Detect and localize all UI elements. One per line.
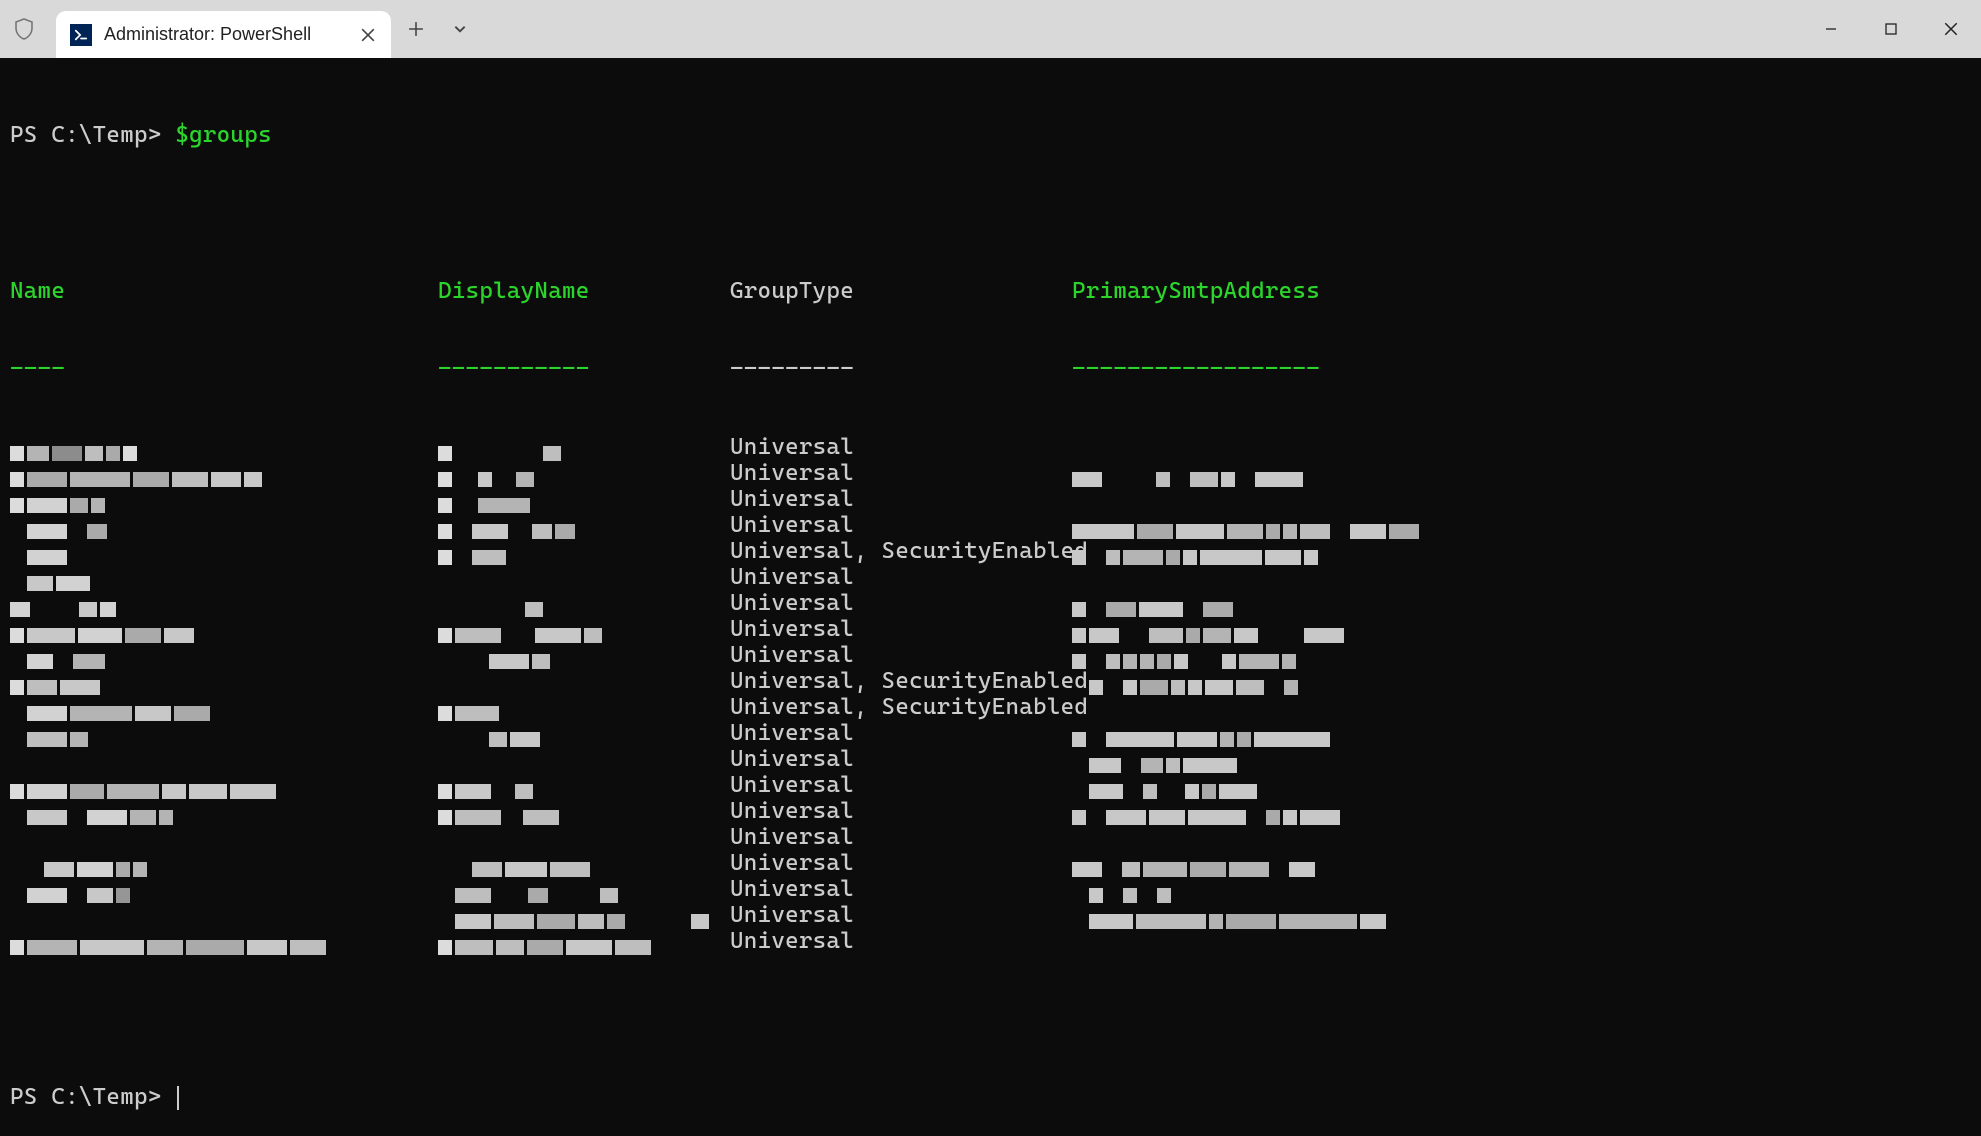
tab-title: Administrator: PowerShell [104, 24, 351, 45]
table-row: Universal [10, 824, 1971, 850]
table-row: Universal, SecurityEnabled [10, 538, 1971, 564]
table-row: Universal [10, 772, 1971, 798]
minimize-button[interactable] [1801, 0, 1861, 58]
maximize-button[interactable] [1861, 0, 1921, 58]
cursor [177, 1086, 179, 1110]
table-row: Universal [10, 798, 1971, 824]
table-row: Universal [10, 850, 1971, 876]
shield-icon [12, 17, 36, 41]
window-controls [1801, 0, 1981, 58]
tab-powershell[interactable]: Administrator: PowerShell [56, 11, 391, 58]
tab-close-button[interactable] [359, 26, 377, 44]
table-row: Universal [10, 642, 1971, 668]
table-row: Universal, SecurityEnabled [10, 668, 1971, 694]
table-row: Universal [10, 876, 1971, 902]
close-window-button[interactable] [1921, 0, 1981, 58]
terminal-output[interactable]: PS C:\Temp> $groups NameDisplayNameGroup… [0, 58, 1981, 964]
table-row: Universal [10, 616, 1971, 642]
tab-dropdown-button[interactable] [441, 9, 479, 49]
new-tab-button[interactable] [397, 9, 435, 49]
table-underline: ----------------------------------------… [10, 356, 1971, 382]
table-row: Universal [10, 902, 1971, 928]
table-row: Universal [10, 486, 1971, 512]
table-header: NameDisplayNameGroupTypePrimarySmtpAddre… [10, 278, 1971, 304]
prompt-line: PS C:\Temp> [10, 1084, 1971, 1110]
table-row: Universal [10, 746, 1971, 772]
table-row: Universal, SecurityEnabled [10, 694, 1971, 720]
titlebar: Administrator: PowerShell [0, 0, 1981, 58]
table-row: Universal [10, 720, 1971, 746]
table-row: Universal [10, 928, 1971, 954]
table-row: Universal [10, 512, 1971, 538]
table-row: Universal [10, 460, 1971, 486]
powershell-icon [70, 24, 92, 46]
prompt-line: PS C:\Temp> $groups [10, 122, 1971, 148]
table-row: Universal [10, 590, 1971, 616]
table-row: Universal [10, 434, 1971, 460]
table-row: Universal [10, 564, 1971, 590]
